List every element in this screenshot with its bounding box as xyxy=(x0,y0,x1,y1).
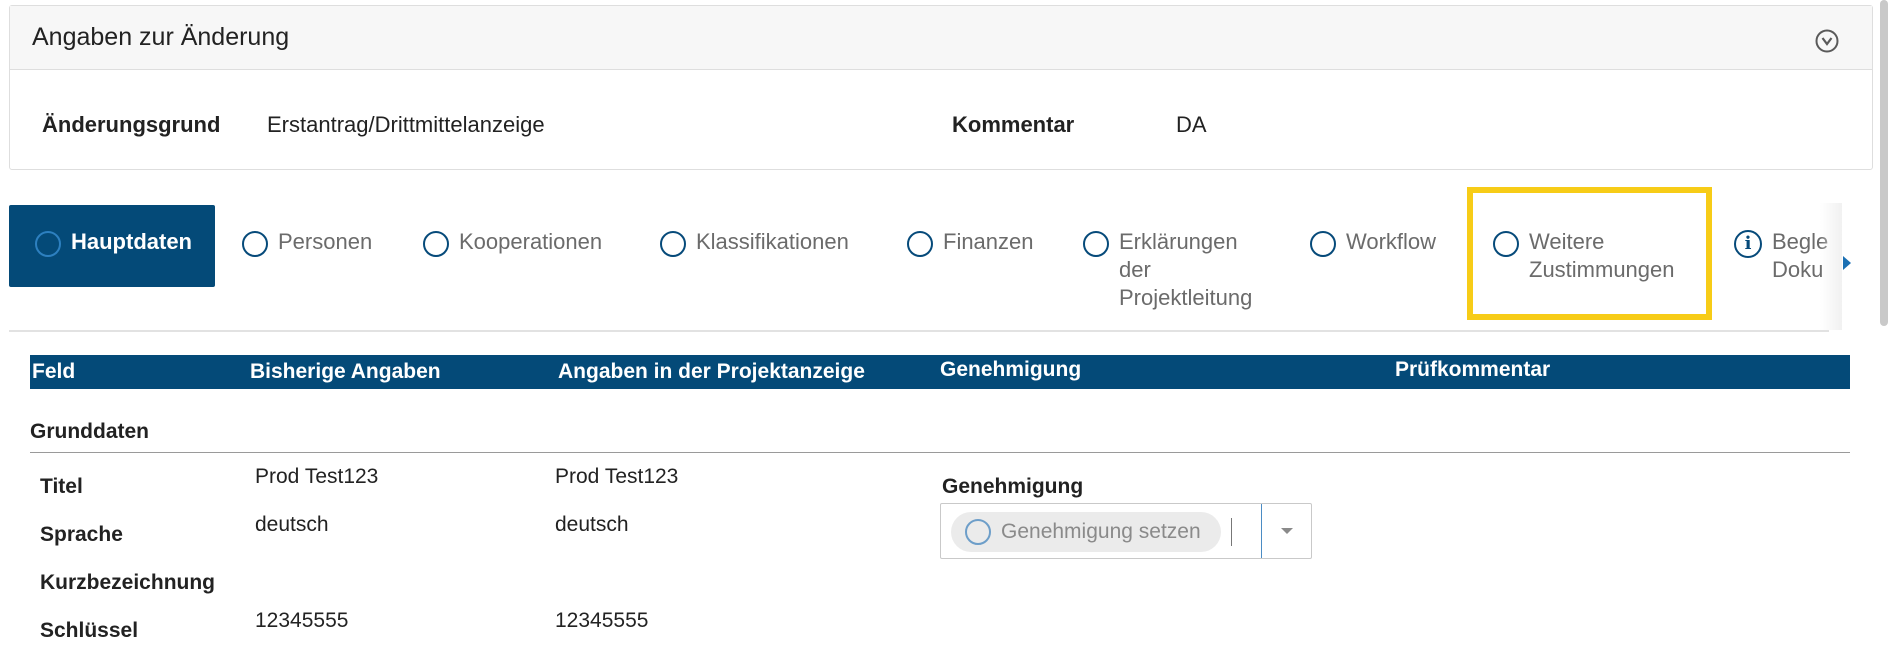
text-cursor xyxy=(1231,518,1232,546)
tab-finanzen[interactable]: Finanzen xyxy=(907,205,1034,287)
previous-value: deutsch xyxy=(255,513,329,536)
tab-label: Kooperationen xyxy=(459,229,603,254)
table-header: Feld Bisherige Angaben Angaben in der Pr… xyxy=(30,355,1850,389)
tab-label: Finanzen xyxy=(943,229,1034,254)
tab-label: Klassifikationen xyxy=(696,229,849,254)
section-title: Grunddaten xyxy=(30,420,149,443)
change-reason-label: Änderungsgrund xyxy=(42,112,221,137)
current-value: 12345555 xyxy=(555,609,649,632)
scrollbar[interactable] xyxy=(1880,0,1888,326)
approval-label: Genehmigung xyxy=(942,475,1084,498)
dropdown-button[interactable] xyxy=(1262,504,1311,558)
collapse-chevron-icon[interactable] xyxy=(1814,28,1840,54)
field-label: Kurzbezeichnung xyxy=(40,571,216,594)
tab-hauptdaten[interactable]: Hauptdaten xyxy=(9,205,215,287)
change-reason-value: Erstantrag/Drittmittelanzeige xyxy=(267,112,545,137)
approval-placeholder: Genehmigung setzen xyxy=(1001,520,1201,543)
tab-begleitdokumente[interactable]: i Begle Doku xyxy=(1734,205,1829,287)
circle-status-icon xyxy=(965,519,991,545)
comment-value: DA xyxy=(1176,112,1207,137)
header-bisherige: Bisherige Angaben xyxy=(250,360,441,383)
section-divider xyxy=(30,452,1850,453)
tab-label: Erklärungen der Projektleitung xyxy=(1119,229,1253,310)
circle-status-icon xyxy=(1310,231,1336,257)
tab-label: Workflow xyxy=(1346,229,1437,254)
field-label: Schlüssel xyxy=(40,619,139,642)
tab-kooperationen[interactable]: Kooperationen xyxy=(423,205,602,287)
caret-down-icon xyxy=(1280,528,1293,534)
header-projektanzeige: Angaben in der Projektanzeige xyxy=(558,360,865,383)
tab-klassifikationen[interactable]: Klassifikationen xyxy=(660,205,849,287)
change-details-panel: Angaben zur Änderung Änderungsgrund Erst… xyxy=(9,5,1873,170)
tab-label: Personen xyxy=(278,229,373,254)
info-icon: i xyxy=(1734,230,1762,258)
chevron-right-icon[interactable] xyxy=(1840,253,1854,273)
panel-header[interactable]: Angaben zur Änderung xyxy=(10,6,1872,70)
approval-placeholder-chip[interactable]: Genehmigung setzen xyxy=(951,512,1221,552)
panel-title: Angaben zur Änderung xyxy=(32,23,290,51)
highlight-box xyxy=(1467,187,1712,320)
header-pruefkommentar: Prüfkommentar xyxy=(1395,358,1551,381)
approval-select[interactable]: Genehmigung setzen xyxy=(940,503,1312,559)
header-feld: Feld xyxy=(32,360,76,383)
header-genehmigung: Genehmigung xyxy=(940,358,1082,381)
circle-status-icon xyxy=(907,231,933,257)
circle-status-icon xyxy=(423,231,449,257)
tab-scroll-fade xyxy=(1820,203,1842,330)
circle-status-icon xyxy=(660,231,686,257)
tab-label: Hauptdaten xyxy=(71,229,192,254)
previous-value: 12345555 xyxy=(255,609,349,632)
current-value: deutsch xyxy=(555,513,629,536)
field-label: Titel xyxy=(40,475,83,498)
tab-personen[interactable]: Personen xyxy=(242,205,372,287)
tab-erklaerungen[interactable]: Erklärungen der Projektleitung xyxy=(1083,205,1252,330)
comment-label: Kommentar xyxy=(952,112,1075,137)
field-label: Sprache xyxy=(40,523,123,546)
circle-status-icon xyxy=(242,231,268,257)
tab-workflow[interactable]: Workflow xyxy=(1310,205,1436,287)
current-value: Prod Test123 xyxy=(555,465,679,488)
circle-status-icon xyxy=(1083,231,1109,257)
circle-status-icon xyxy=(35,231,61,257)
previous-value: Prod Test123 xyxy=(255,465,379,488)
panel-info-row: Änderungsgrund Erstantrag/Drittmittelanz… xyxy=(10,70,1872,170)
